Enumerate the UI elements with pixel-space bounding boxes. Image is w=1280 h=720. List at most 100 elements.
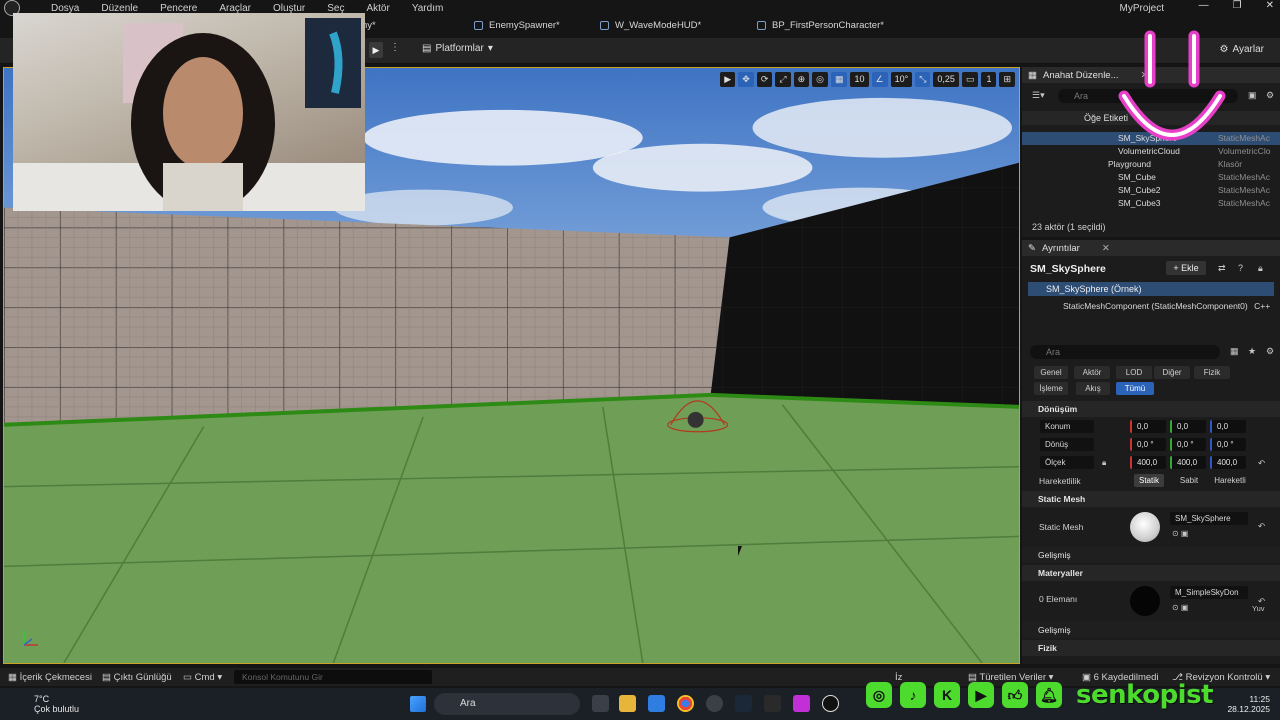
section-physics[interactable]: Fizik	[1022, 640, 1280, 656]
outliner-row[interactable]: SM_Cube StaticMeshAc	[1022, 171, 1280, 184]
task-view-icon[interactable]	[592, 695, 609, 712]
rotation-x-field[interactable]: 0,0 °	[1130, 438, 1166, 451]
menu-edit[interactable]: Düzenle	[90, 3, 149, 14]
platforms-button[interactable]: ▤ Platformlar ▾	[422, 43, 493, 54]
section-static-mesh[interactable]: Static Mesh	[1022, 491, 1280, 507]
tab-first-person-character[interactable]: BP_FirstPersonCharacter*	[757, 20, 884, 31]
lock-icon[interactable]: 🔒︎	[1258, 263, 1263, 274]
mobility-movable[interactable]: Hareketli	[1210, 474, 1250, 487]
outliner-row[interactable]: SM_Cube2 StaticMeshAc	[1022, 184, 1280, 197]
material-thumbnail[interactable]	[1130, 586, 1160, 616]
surface-snap-icon[interactable]: ◎	[812, 72, 828, 87]
filter-rendering[interactable]: İşleme	[1034, 382, 1068, 395]
system-clock[interactable]: 11:25 28.12.2025	[1227, 694, 1270, 714]
app-icon[interactable]	[793, 695, 810, 712]
steam-icon[interactable]	[735, 695, 752, 712]
menu-tools[interactable]: Araçlar	[208, 3, 262, 14]
reset-icon[interactable]: ↶	[1258, 521, 1265, 532]
location-z-field[interactable]: 0,0	[1210, 420, 1246, 433]
help-icon[interactable]: ?	[1238, 263, 1243, 273]
rotation-snap-icon[interactable]: ∠	[871, 72, 888, 87]
chrome-icon[interactable]	[677, 695, 694, 712]
menu-actor[interactable]: Aktör	[355, 3, 400, 14]
mobility-static[interactable]: Statik	[1134, 474, 1164, 487]
content-drawer-button[interactable]: ▦ İçerik Çekmecesi	[8, 672, 92, 683]
tab-enemy-spawner[interactable]: EnemySpawner*	[474, 20, 560, 31]
play-button[interactable]: ▶	[369, 42, 383, 58]
filter-actor[interactable]: Aktör	[1074, 366, 1110, 379]
file-explorer-icon[interactable]	[619, 695, 636, 712]
static-mesh-thumbnail[interactable]	[1130, 512, 1160, 542]
mobility-stationary[interactable]: Sabit	[1172, 474, 1206, 487]
details-tab[interactable]: ✎ Ayrıntılar ✕	[1022, 240, 1280, 256]
add-folder-icon[interactable]: ▣	[1248, 90, 1257, 101]
filter-all[interactable]: Tümü	[1116, 382, 1154, 395]
scale-dropdown[interactable]: Ölçek	[1040, 456, 1094, 469]
rotation-y-field[interactable]: 0,0 °	[1170, 438, 1206, 451]
location-dropdown[interactable]: Konum	[1040, 420, 1094, 433]
section-materials[interactable]: Materyaller	[1022, 565, 1280, 581]
section-materials-advanced[interactable]: Gelişmiş	[1022, 622, 1280, 638]
rotation-snap-value[interactable]: 10°	[890, 72, 913, 87]
menu-window[interactable]: Pencere	[149, 3, 208, 14]
filter-streaming[interactable]: Akış	[1076, 382, 1110, 395]
grid-snap-value[interactable]: 10	[850, 72, 869, 87]
scale-y-field[interactable]: 400,0	[1170, 456, 1206, 469]
grid-view-icon[interactable]: ▦	[1230, 346, 1239, 357]
component-class-link[interactable]: C++	[1254, 301, 1270, 311]
menu-file[interactable]: Dosya	[40, 3, 90, 14]
play-options-button[interactable]: ⋮	[390, 42, 400, 53]
translate-icon[interactable]: ✥	[738, 72, 754, 87]
grid-snap-icon[interactable]: ▦	[830, 72, 848, 87]
scale-z-field[interactable]: 400,0	[1210, 456, 1246, 469]
world-local-icon[interactable]: ⊕	[793, 72, 810, 87]
browse-icon[interactable]: ⊙ ▣	[1172, 603, 1188, 612]
location-y-field[interactable]: 0,0	[1170, 420, 1206, 433]
weather-widget[interactable]: 7°C Çok bulutlu	[14, 694, 79, 714]
close-icon[interactable]: ✕	[1102, 243, 1110, 254]
rotation-dropdown[interactable]: Dönüş	[1040, 438, 1094, 451]
store-icon[interactable]	[648, 695, 665, 712]
section-static-mesh-advanced[interactable]: Gelişmiş	[1022, 547, 1280, 563]
filter-general[interactable]: Genel	[1034, 366, 1068, 379]
component-root[interactable]: SM_SkySphere (Örnek)	[1028, 282, 1274, 296]
rotation-z-field[interactable]: 0,0 °	[1210, 438, 1246, 451]
console-command-input[interactable]: Konsol Komutunu Gir	[234, 670, 432, 684]
details-search-input[interactable]: Ara	[1030, 345, 1220, 359]
close-button[interactable]: ✕	[1266, 0, 1274, 11]
component-static-mesh[interactable]: StaticMeshComponent (StaticMeshComponent…	[1028, 299, 1274, 313]
camera-speed-value[interactable]: 1	[981, 72, 997, 87]
tab-wave-mode-hud[interactable]: W_WaveModeHUD*	[600, 20, 701, 31]
menu-help[interactable]: Yardım	[401, 3, 455, 14]
select-mode-icon[interactable]: ▶	[720, 72, 736, 87]
filter-icon[interactable]: ☰▾	[1032, 90, 1045, 101]
filter-lod[interactable]: LOD	[1116, 366, 1152, 379]
reset-icon[interactable]: ↶	[1258, 596, 1265, 607]
start-icon[interactable]	[410, 696, 426, 712]
blueprint-icon[interactable]: ⇄	[1218, 263, 1226, 274]
outliner-row[interactable]: Playground Klasör	[1022, 158, 1280, 171]
epic-games-icon[interactable]	[764, 695, 781, 712]
filter-misc[interactable]: Diğer	[1154, 366, 1190, 379]
camera-speed-icon[interactable]: ▭	[961, 72, 979, 87]
reset-icon[interactable]: ↶	[1258, 455, 1265, 471]
scale-x-field[interactable]: 400,0	[1130, 456, 1166, 469]
outliner-row[interactable]: SM_Cube3 StaticMeshAc	[1022, 197, 1280, 210]
section-transform[interactable]: Dönüşüm	[1022, 401, 1280, 417]
settings-icon[interactable]: ⚙	[1266, 90, 1274, 101]
scale-snap-value[interactable]: 0,25	[933, 72, 959, 87]
browse-icon[interactable]: ⊙ ▣	[1172, 529, 1188, 538]
lock-icon[interactable]: 🔒︎	[1102, 455, 1106, 471]
taskbar-search-input[interactable]: Ara	[434, 693, 580, 715]
rotate-icon[interactable]: ⟳	[756, 72, 773, 87]
cmd-dropdown[interactable]: ▭ Cmd ▾	[183, 672, 222, 683]
viewport-layout-icon[interactable]: ⊞	[999, 72, 1015, 87]
maximize-button[interactable]: ❐	[1233, 0, 1242, 11]
minimize-button[interactable]: —	[1199, 0, 1209, 11]
static-mesh-dropdown[interactable]: SM_SkySphere	[1170, 512, 1248, 525]
filter-physics[interactable]: Fizik	[1194, 366, 1230, 379]
settings-icon[interactable]: ⚙	[1266, 346, 1274, 357]
add-component-button[interactable]: + Ekle	[1166, 261, 1206, 275]
material-dropdown[interactable]: M_SimpleSkyDon	[1170, 586, 1248, 599]
location-x-field[interactable]: 0,0	[1130, 420, 1166, 433]
